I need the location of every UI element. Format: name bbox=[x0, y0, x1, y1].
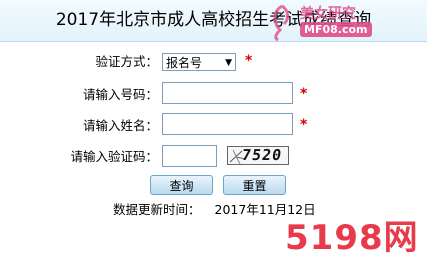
update-time: 数据更新时间： 2017年11月12日 bbox=[113, 201, 316, 219]
captcha-text: 7520 bbox=[240, 146, 284, 164]
required-mark: * bbox=[245, 53, 253, 69]
verify-method-label: 验证方式： bbox=[95, 54, 158, 69]
number-label: 请输入号码： bbox=[82, 87, 158, 102]
watermark-brand: 美女研究 bbox=[300, 6, 356, 22]
verify-method-select[interactable]: 报名号 ▼ bbox=[162, 53, 236, 71]
name-input[interactable] bbox=[162, 113, 293, 135]
query-button[interactable]: 查询 bbox=[150, 175, 213, 195]
captcha-image[interactable]: 7520 bbox=[227, 146, 289, 165]
required-mark: * bbox=[300, 86, 308, 102]
dropdown-arrow-icon: ▼ bbox=[225, 58, 232, 68]
number-input[interactable] bbox=[162, 82, 293, 104]
required-mark: * bbox=[300, 117, 308, 133]
captcha-label: 请输入验证码： bbox=[70, 149, 158, 164]
title-bar: 2017年北京市成人高校招生考试成绩查询 美女研究 MF08.com bbox=[0, 0, 427, 42]
name-label: 请输入姓名： bbox=[82, 118, 158, 133]
reset-button[interactable]: 重置 bbox=[223, 175, 286, 195]
verify-method-value: 报名号 bbox=[166, 56, 203, 70]
watermark-bottom-brand: 5198网 bbox=[285, 218, 419, 258]
watermark-site: MF08.com bbox=[300, 22, 372, 37]
watermark-logo-icon bbox=[273, 4, 290, 42]
update-label: 数据更新时间： bbox=[113, 202, 201, 217]
captcha-input[interactable] bbox=[162, 145, 217, 167]
update-date: 2017年11月12日 bbox=[214, 202, 316, 217]
